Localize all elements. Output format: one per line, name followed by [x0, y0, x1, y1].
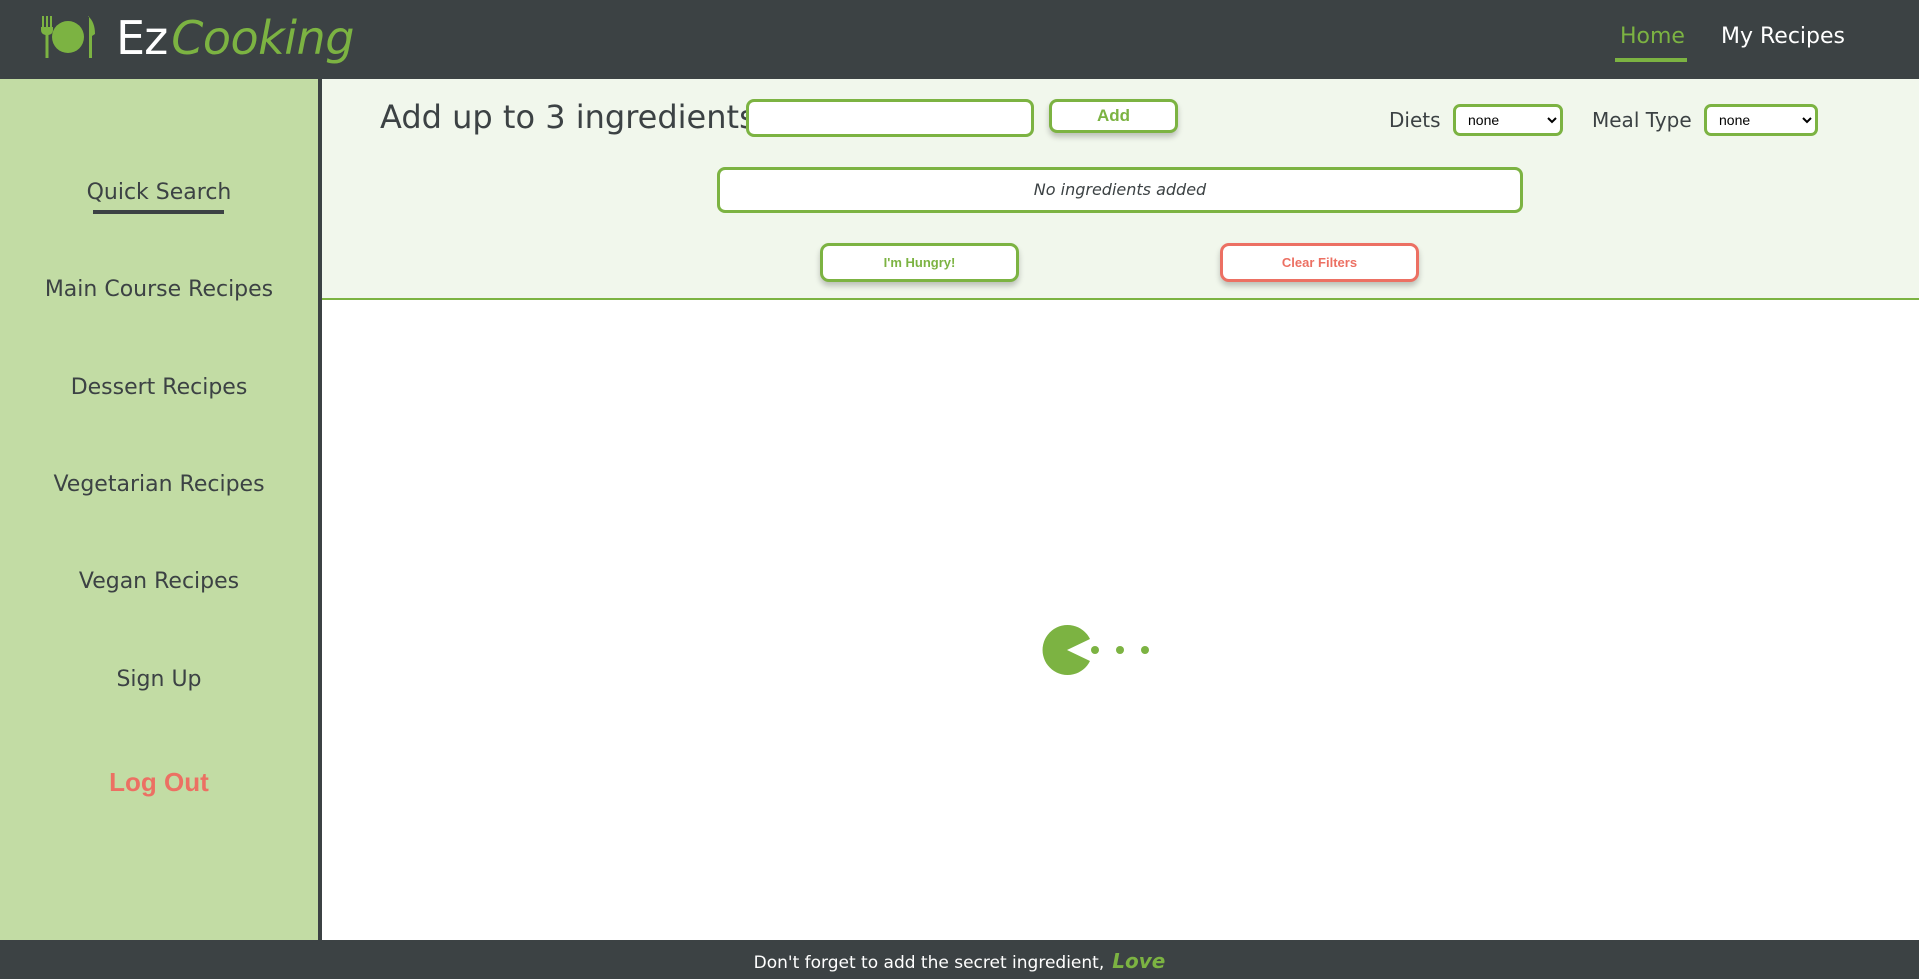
sidebar-item-vegetarian[interactable]: Vegetarian Recipes: [0, 472, 318, 497]
footer-message: Don't forget to add the secret ingredien…: [0, 949, 1919, 973]
brand-ez: Ez: [116, 11, 168, 65]
nav-active-underline: [1615, 58, 1687, 62]
diets-select[interactable]: none: [1453, 104, 1563, 136]
sidebar-item-dessert[interactable]: Dessert Recipes: [0, 375, 318, 400]
sidebar-item-log-out[interactable]: Log Out: [0, 767, 318, 798]
add-ingredient-button[interactable]: Add: [1049, 99, 1178, 133]
nav-home-link[interactable]: Home: [1620, 24, 1685, 49]
sidebar-item-vegan[interactable]: Vegan Recipes: [0, 569, 318, 594]
sidebar-item-quick-search[interactable]: Quick Search: [0, 180, 318, 205]
sidebar-active-underline: [93, 210, 224, 214]
footer-text: Don't forget to add the secret ingredien…: [753, 953, 1105, 973]
footer-love: Love: [1112, 949, 1166, 973]
pacman-loader-icon: [1042, 625, 1149, 675]
top-navbar: EzCooking Home My Recipes: [0, 0, 1919, 79]
clear-filters-button[interactable]: Clear Filters: [1220, 243, 1419, 282]
ingredients-list-box: No ingredients added: [717, 167, 1523, 213]
ingredient-input[interactable]: [746, 99, 1034, 137]
diets-label: Diets: [1389, 108, 1441, 132]
sidebar-item-sign-up[interactable]: Sign Up: [0, 667, 318, 692]
sidebar-item-main-course[interactable]: Main Course Recipes: [0, 277, 318, 302]
brand-cooking: Cooking: [171, 11, 354, 65]
im-hungry-button[interactable]: I'm Hungry!: [820, 243, 1019, 282]
fork-plate-knife-icon[interactable]: [40, 14, 96, 60]
ingredients-empty-text: No ingredients added: [1033, 180, 1207, 199]
ingredients-title: Add up to 3 ingredients!: [380, 98, 769, 136]
sidebar: [0, 79, 318, 940]
filter-panel-divider: [322, 298, 1919, 300]
meal-type-label: Meal Type: [1592, 108, 1692, 132]
brand-logo-text[interactable]: EzCooking: [116, 10, 354, 66]
meal-type-select[interactable]: none: [1704, 104, 1818, 136]
footer: Don't forget to add the secret ingredien…: [0, 940, 1919, 979]
nav-my-recipes-link[interactable]: My Recipes: [1721, 24, 1845, 49]
